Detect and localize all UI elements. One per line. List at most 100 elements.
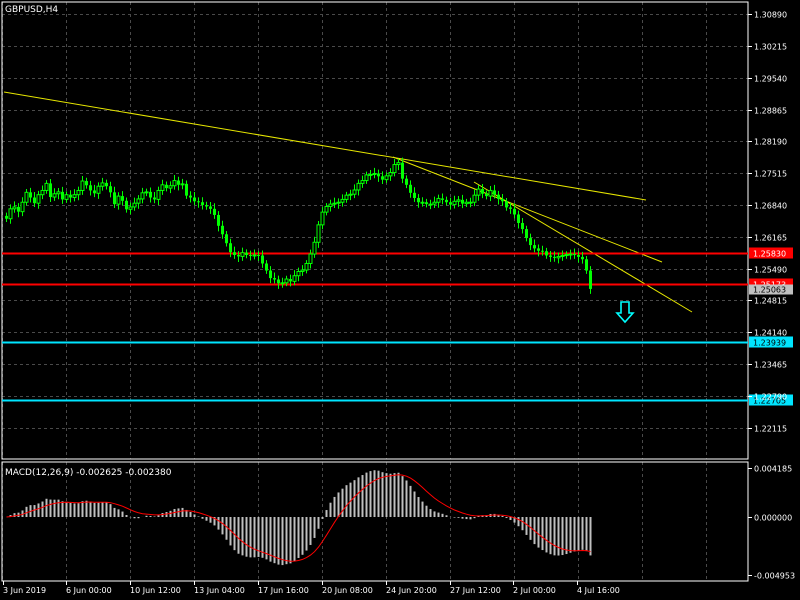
time-label: 2 Jul 00:00 <box>513 586 556 595</box>
candle-body-bull <box>252 254 257 257</box>
candle-body-bull <box>388 172 393 177</box>
trendlines[interactable] <box>3 91 693 313</box>
trendline <box>3 91 647 201</box>
candle-body-bull <box>556 255 561 259</box>
candle-body-bull <box>452 200 457 206</box>
candle-body-bear <box>273 278 276 280</box>
candle-body-bull <box>280 282 285 285</box>
candle-body-bear <box>445 199 448 203</box>
chart-title: GBPUSD,H4 <box>5 5 58 15</box>
candle-body-bull <box>352 189 357 195</box>
candle-body-bear <box>149 191 152 198</box>
price-label: 1.25490 <box>754 266 787 275</box>
time-label: 24 Jun 20:00 <box>386 586 437 595</box>
candle-body-bull <box>344 194 349 200</box>
candle-body-bull <box>116 195 121 205</box>
candle-body-bear <box>501 198 504 202</box>
candle-body-bull <box>356 182 361 191</box>
candle-body-bull <box>420 201 425 204</box>
candle-body-bull <box>316 224 321 243</box>
candle-body-bull <box>144 191 149 194</box>
candle-body-bear <box>225 234 228 244</box>
candle-body-bear <box>377 173 380 177</box>
time-label: 4 Jul 16:00 <box>577 586 620 595</box>
candle-body-bull <box>96 185 101 194</box>
candle-body-bull <box>564 254 569 257</box>
candle-body-bull <box>76 189 81 196</box>
candle-body-bear <box>29 192 32 198</box>
candle-body-bull <box>172 180 177 187</box>
candle-body-bear <box>269 270 272 279</box>
candle-body-bear <box>85 181 88 186</box>
macd-axis-label: 0.004185 <box>754 465 792 474</box>
chart-window[interactable]: 1.258301.251731.239391.227051.25063 0.00… <box>0 0 800 600</box>
candle-body-bear <box>69 194 72 198</box>
candle-body-bull <box>456 199 461 202</box>
candle-body-bull <box>296 270 301 277</box>
candle-body-bear <box>537 248 540 251</box>
candle-body-bull <box>364 174 369 182</box>
price-axis: 1.30890 1.30215 1.29540 1.28865 1.28190 1.275… <box>748 11 787 434</box>
candle-body-bull <box>384 175 389 181</box>
chart-canvas[interactable]: 1.258301.251731.239391.227051.25063 0.00… <box>0 0 800 600</box>
candle-body-bull <box>8 208 13 220</box>
candle-body-bull <box>396 162 401 166</box>
candle-body-bear <box>533 245 536 249</box>
time-label: 13 Jun 04:00 <box>194 586 245 595</box>
candle-body-bull <box>392 164 397 174</box>
candle-body-bear <box>245 252 248 255</box>
candle-body-bear <box>545 251 548 256</box>
macd-axis-label: -0.004953 <box>754 572 795 581</box>
candle-body-bear <box>49 183 52 198</box>
candle-body-bear <box>217 214 220 226</box>
price-label: 1.24815 <box>754 297 787 306</box>
candle-body-bear <box>409 184 412 193</box>
price-label: 1.24140 <box>754 329 787 338</box>
horizontal-levels[interactable]: 1.258301.251731.239391.227051.25063 <box>2 247 793 406</box>
candle-body-bear <box>33 197 36 204</box>
candle-body-bear <box>441 198 444 200</box>
candle-body-bull <box>432 201 437 205</box>
macd-axis-label: 0.000000 <box>754 514 792 523</box>
bid-label: 1.25063 <box>753 286 786 295</box>
candle-body-bear <box>577 254 580 257</box>
candle-body-bear <box>417 197 420 203</box>
candle-body-bear <box>93 190 96 194</box>
candle-body-bull <box>156 189 161 200</box>
candle-body-bear <box>109 186 112 193</box>
candle-body-bull <box>20 201 25 213</box>
candle-body-bear <box>505 201 508 208</box>
candle-body-bear <box>525 229 528 239</box>
candle-body-bear <box>405 178 408 185</box>
candle-body-bear <box>497 194 500 199</box>
candle-body-bear <box>233 252 236 255</box>
candle-body-bull <box>240 252 245 257</box>
candle-body-bear <box>193 197 196 202</box>
candle-body-bull <box>312 241 317 255</box>
candle-body-bull <box>368 173 373 176</box>
candle-body-bull <box>160 184 165 191</box>
candle-body-bull <box>168 185 173 189</box>
candle-body-bear <box>541 250 544 252</box>
candle-body-bear <box>89 185 92 191</box>
macd-panel: 0.004185 0.000000 -0.004953 <box>6 465 795 581</box>
candle-body-bull <box>140 192 145 200</box>
candle-body-bear <box>289 279 292 282</box>
candle-body-bear <box>177 180 180 185</box>
candle-body-bear <box>105 182 108 187</box>
candle-body-bull <box>468 201 473 204</box>
candle-body-bear <box>221 225 224 235</box>
candle-body-bear <box>125 200 128 210</box>
candle-body-bear <box>481 189 484 194</box>
candle-body-bear <box>209 206 212 209</box>
candle-body-bear <box>257 254 260 256</box>
price-label: 1.22115 <box>754 425 787 434</box>
candle-body-bull <box>428 203 433 206</box>
price-label: 1.30890 <box>754 11 787 20</box>
candle-body-bear <box>449 202 452 205</box>
candle-body-bull <box>64 194 69 200</box>
candle-body-bear <box>113 192 116 205</box>
candle-body-bear <box>189 195 192 198</box>
candle-body-bear <box>461 199 464 204</box>
candle-body-bull <box>472 194 477 203</box>
